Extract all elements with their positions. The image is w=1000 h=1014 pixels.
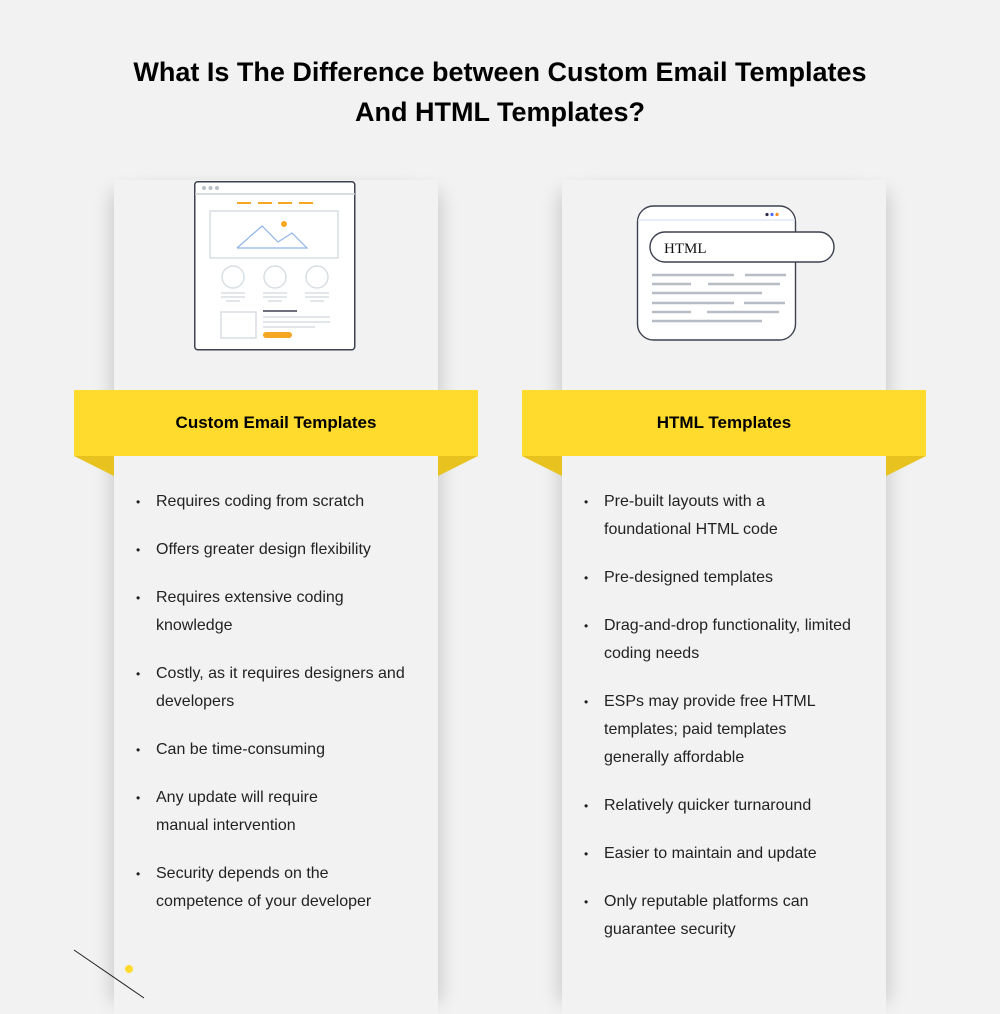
- bullet-icon: •: [584, 695, 589, 709]
- html-browser-window-icon: HTML: [636, 205, 835, 341]
- bullet-icon: •: [136, 743, 141, 757]
- list-item: • ESPs may provide free HTML templates; p…: [584, 688, 852, 772]
- yellow-dot-icon: [125, 965, 133, 973]
- list-item: • Requires extensive coding knowledge: [136, 584, 386, 640]
- bullet-icon: •: [136, 495, 141, 509]
- html-templates-list: • Pre-built layouts with a foundational H…: [584, 488, 874, 964]
- ribbon-fold-right: [886, 456, 926, 476]
- bullet-icon: •: [136, 867, 141, 881]
- html-label: HTML: [664, 241, 707, 257]
- list-item: • Security depends on the competence of y…: [136, 860, 376, 916]
- bullet-icon: •: [136, 591, 141, 605]
- bullet-icon: •: [584, 571, 589, 585]
- heading-label: HTML Templates: [656, 413, 792, 432]
- page-title: What Is The Difference between Custom Em…: [0, 52, 1000, 132]
- heading-label: Custom Email Templates: [175, 413, 377, 432]
- bullet-icon: •: [584, 847, 589, 861]
- list-item: • Costly, as it requires designers and de…: [136, 660, 418, 716]
- bullet-icon: •: [584, 895, 589, 909]
- bullet-icon: •: [136, 791, 141, 805]
- list-item: • Can be time-consuming: [136, 736, 426, 764]
- html-templates-heading: HTML Templates: [522, 390, 926, 456]
- list-item: • Offers greater design flexibility: [136, 536, 426, 564]
- ribbon-fold-right: [438, 456, 478, 476]
- bullet-icon: •: [584, 799, 589, 813]
- bullet-icon: •: [136, 667, 141, 681]
- bullet-icon: •: [584, 619, 589, 633]
- title-line-2: And HTML Templates?: [354, 97, 645, 127]
- ribbon-fold-left: [74, 456, 114, 476]
- email-template-wireframe-icon: [194, 181, 356, 351]
- list-item: • Pre-built layouts with a foundational H…: [584, 488, 829, 544]
- list-item: • Any update will require manual interven…: [136, 784, 371, 840]
- ribbon-fold-left: [522, 456, 562, 476]
- bullet-icon: •: [584, 495, 589, 509]
- list-item: • Requires coding from scratch: [136, 488, 426, 516]
- list-item: • Easier to maintain and update: [584, 840, 874, 868]
- list-item: • Only reputable platforms can guarantee …: [584, 888, 864, 944]
- custom-email-templates-heading: Custom Email Templates: [74, 390, 478, 456]
- decorative-line-dot: [73, 949, 145, 999]
- bullet-icon: •: [136, 543, 141, 557]
- custom-email-templates-list: • Requires coding from scratch • Offers gr…: [136, 488, 426, 936]
- title-line-1: What Is The Difference between Custom Em…: [133, 57, 867, 87]
- list-item: • Relatively quicker turnaround: [584, 792, 874, 820]
- list-item: • Drag-and-drop functionality, limited co…: [584, 612, 856, 668]
- list-item: • Pre-designed templates: [584, 564, 874, 592]
